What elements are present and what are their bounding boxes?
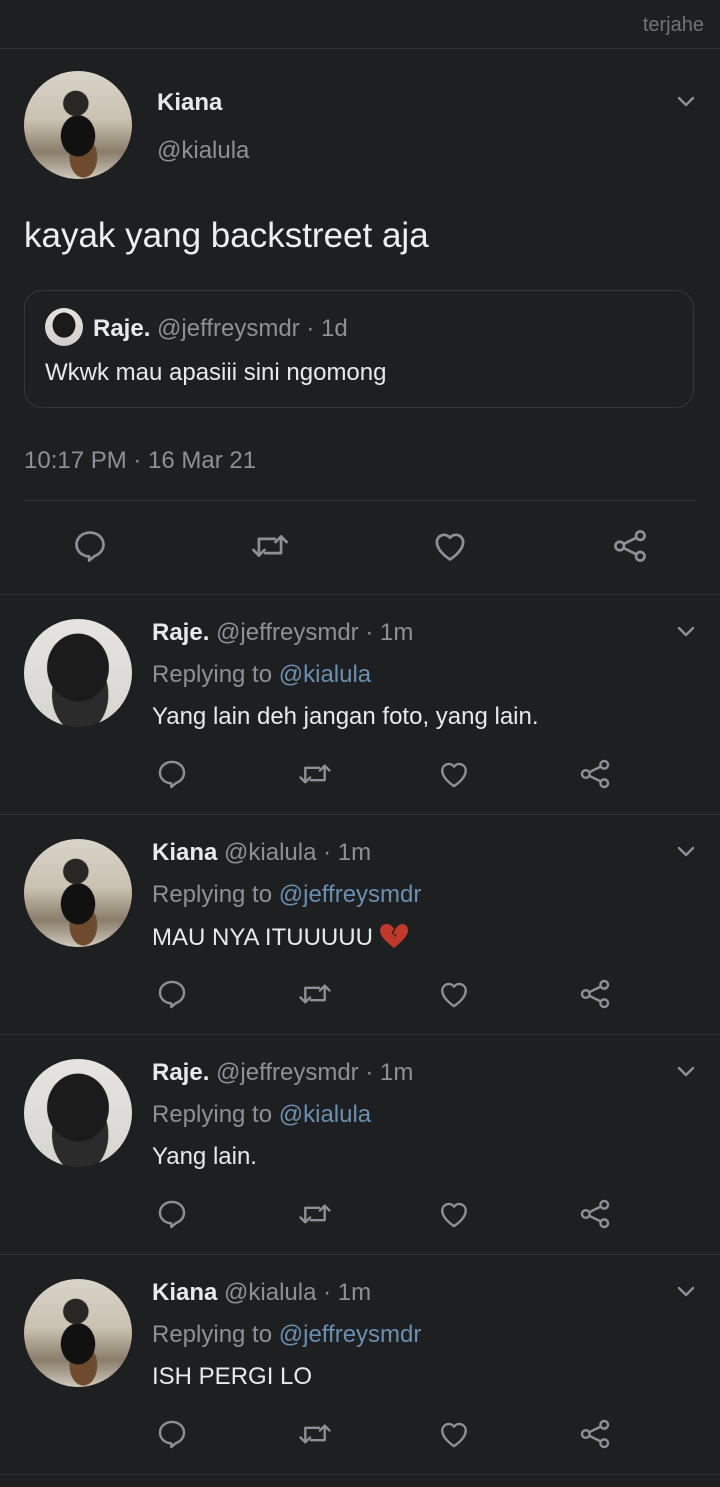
avatar[interactable] [24, 1059, 132, 1167]
share-icon[interactable] [578, 757, 612, 791]
replying-to-label: Replying to [152, 661, 273, 688]
mention-link[interactable]: @kialula [279, 1101, 371, 1128]
retweet-icon[interactable] [297, 977, 333, 1011]
like-icon[interactable] [437, 1197, 471, 1231]
quoted-author-meta: @jeffreysmdr · 1d [157, 315, 348, 342]
action-bar [0, 1197, 720, 1231]
action-bar [0, 757, 720, 791]
chevron-down-icon[interactable] [673, 1059, 699, 1085]
action-bar [0, 1417, 720, 1451]
chevron-down-icon[interactable] [673, 839, 699, 865]
reply-icon[interactable] [155, 1417, 189, 1451]
like-icon[interactable] [431, 527, 469, 565]
like-icon[interactable] [437, 757, 471, 791]
timestamp: 10:17 PM · 16 Mar 21 [24, 447, 257, 474]
tweet-text-content: Yang lain. [152, 1143, 257, 1170]
mention-link[interactable]: @jeffreysmdr [279, 1321, 422, 1348]
quoted-avatar [45, 308, 83, 346]
reply-tweet[interactable]: Raje. @jeffreysmdr · 1m Replying to @kia… [0, 1035, 720, 1255]
author-name[interactable]: Raje. [152, 1059, 209, 1086]
retweet-icon[interactable] [297, 757, 333, 791]
action-bar [0, 977, 720, 1011]
like-icon[interactable] [437, 1417, 471, 1451]
retweet-icon[interactable] [297, 1197, 333, 1231]
author-meta: @kialula · 1m [224, 839, 372, 866]
reply-icon[interactable] [155, 977, 189, 1011]
reply-icon[interactable] [71, 527, 109, 565]
author-handle[interactable]: @kialula [157, 137, 249, 165]
author-meta: @jeffreysmdr · 1m [216, 619, 414, 646]
replying-to: Replying to @kialula [152, 661, 371, 689]
quoted-author-name: Raje. [93, 315, 151, 342]
tweet-text: MAU NYA ITUUUUU [152, 923, 409, 952]
share-icon[interactable] [578, 1417, 612, 1451]
author-name[interactable]: Kiana [157, 89, 222, 117]
main-tweet: Kiana @kialula kayak yang backstreet aja… [0, 49, 720, 595]
replying-to-label: Replying to [152, 1101, 273, 1128]
mention-link[interactable]: @jeffreysmdr [279, 881, 422, 908]
chevron-down-icon[interactable] [673, 1279, 699, 1305]
avatar[interactable] [24, 619, 132, 727]
divider [24, 500, 696, 501]
tweet-text-content: ISH PERGI LO [152, 1363, 313, 1390]
mention-link[interactable]: @kialula [279, 661, 371, 688]
quoted-text: Wkwk mau apasiii sini ngomong [45, 359, 387, 386]
tweet-text: Yang lain deh jangan foto, yang lain. [152, 703, 539, 731]
replying-to-label: Replying to [152, 1321, 273, 1348]
tweet-text: kayak yang backstreet aja [24, 216, 429, 255]
retweet-icon[interactable] [249, 527, 291, 565]
quoted-tweet[interactable]: Raje. @jeffreysmdr · 1d Wkwk mau apasiii… [24, 290, 694, 408]
avatar[interactable] [24, 1279, 132, 1387]
action-bar [0, 527, 720, 567]
reply-tweet[interactable]: Kiana @kialula · 1m Replying to @jeffrey… [0, 1255, 720, 1475]
reply-icon[interactable] [155, 1197, 189, 1231]
chevron-down-icon[interactable] [673, 89, 699, 115]
broken-heart-icon [379, 923, 409, 949]
share-icon[interactable] [578, 1197, 612, 1231]
share-icon[interactable] [578, 977, 612, 1011]
share-icon[interactable] [610, 527, 650, 565]
author-meta: @jeffreysmdr · 1m [216, 1059, 414, 1086]
reply-icon[interactable] [155, 757, 189, 791]
tweet-text: ISH PERGI LO [152, 1363, 312, 1391]
tweet-text: Yang lain. [152, 1143, 257, 1171]
like-icon[interactable] [437, 977, 471, 1011]
tweet-text-content: Yang lain deh jangan foto, yang lain. [152, 703, 539, 730]
author-meta: @kialula · 1m [224, 1279, 372, 1306]
reply-tweet[interactable]: Raje. @jeffreysmdr · 1m Replying to @kia… [0, 595, 720, 815]
author-name[interactable]: Kiana [152, 1279, 217, 1306]
avatar[interactable] [24, 839, 132, 947]
watermark: terjahe [642, 14, 704, 36]
author-name[interactable]: Raje. [152, 619, 209, 646]
retweet-icon[interactable] [297, 1417, 333, 1451]
chevron-down-icon[interactable] [673, 619, 699, 645]
avatar[interactable] [24, 71, 132, 179]
replying-to: Replying to @jeffreysmdr [152, 1321, 421, 1349]
replying-to-label: Replying to [152, 881, 273, 908]
replying-to: Replying to @kialula [152, 1101, 371, 1129]
author-name[interactable]: Kiana [152, 839, 217, 866]
reply-tweet[interactable]: Kiana @kialula · 1m Replying to @jeffrey… [0, 815, 720, 1035]
tweet-text-content: MAU NYA ITUUUUU [152, 924, 373, 951]
replying-to: Replying to @jeffreysmdr [152, 881, 421, 909]
